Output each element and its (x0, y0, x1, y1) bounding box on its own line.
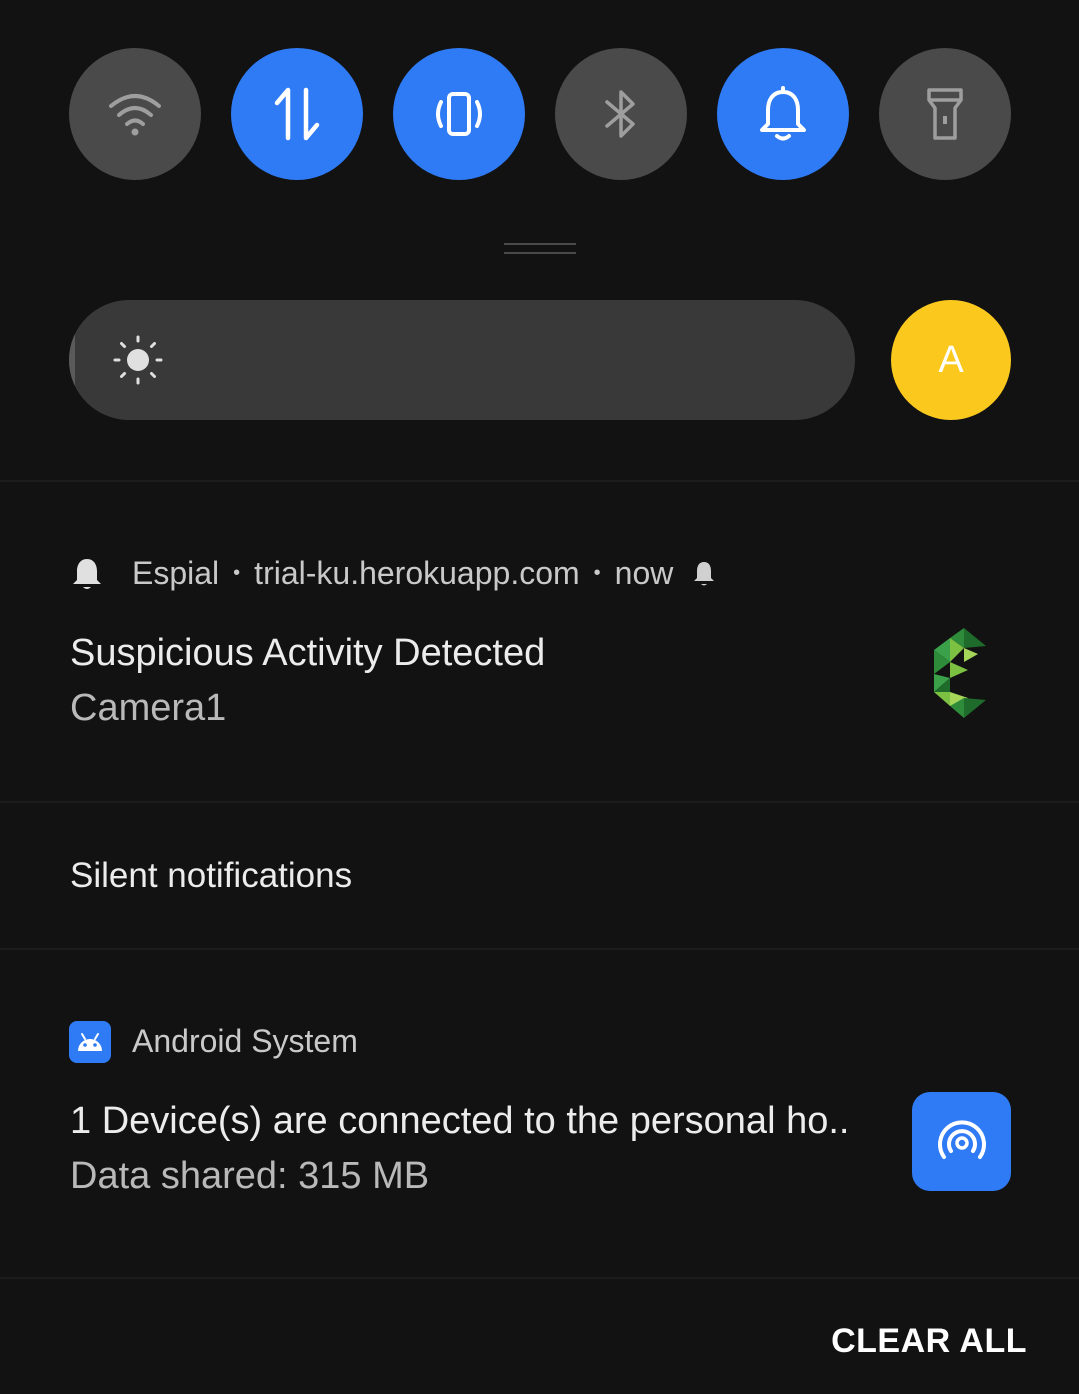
brightness-slider-fill (69, 300, 75, 420)
drag-handle-line (504, 252, 576, 254)
notification-text: Data shared: 315 MB (70, 1155, 430, 1197)
vibrate-toggle[interactable] (393, 48, 525, 180)
flashlight-toggle[interactable] (879, 48, 1011, 180)
notification-header: Espial • trial-ku.herokuapp.com • now (70, 555, 717, 592)
silent-notifications-header: Silent notifications (70, 856, 353, 895)
avatar-letter: A (938, 338, 964, 381)
sound-toggle[interactable] (717, 48, 849, 180)
mobile-data-toggle[interactable] (231, 48, 363, 180)
bell-icon (73, 558, 101, 589)
wifi-icon (109, 94, 161, 136)
mobile-data-icon (274, 87, 320, 141)
flashlight-icon (927, 88, 963, 140)
notification-title: Suspicious Activity Detected (70, 632, 546, 674)
divider (0, 480, 1079, 482)
user-avatar[interactable]: A (891, 300, 1011, 420)
divider (0, 801, 1079, 803)
brightness-slider[interactable] (69, 300, 855, 420)
app-name: Espial (132, 555, 220, 591)
separator-dot: • (593, 562, 601, 584)
separator-dot: • (233, 562, 241, 584)
alerting-bell-icon (694, 561, 715, 585)
notification-text: Camera1 (70, 687, 227, 729)
espial-logo-icon (934, 628, 986, 718)
bell-icon (760, 86, 806, 141)
notification-header: Android System (132, 1023, 358, 1060)
clear-all-button[interactable]: CLEAR ALL (831, 1322, 1027, 1361)
app-name: Android System (132, 1023, 358, 1059)
hotspot-icon (912, 1092, 1011, 1191)
divider (0, 948, 1079, 950)
drag-handle[interactable] (504, 243, 576, 245)
bluetooth-toggle[interactable] (555, 48, 687, 180)
brightness-icon (113, 335, 163, 390)
divider (0, 1277, 1079, 1279)
bluetooth-icon (605, 90, 635, 138)
wifi-toggle[interactable] (69, 48, 201, 180)
notification-title: 1 Device(s) are connected to the persona… (70, 1100, 850, 1142)
notification-time: now (614, 555, 674, 591)
notification-source: trial-ku.herokuapp.com (254, 555, 580, 591)
android-icon (69, 1021, 111, 1063)
vibrate-icon (436, 92, 482, 136)
